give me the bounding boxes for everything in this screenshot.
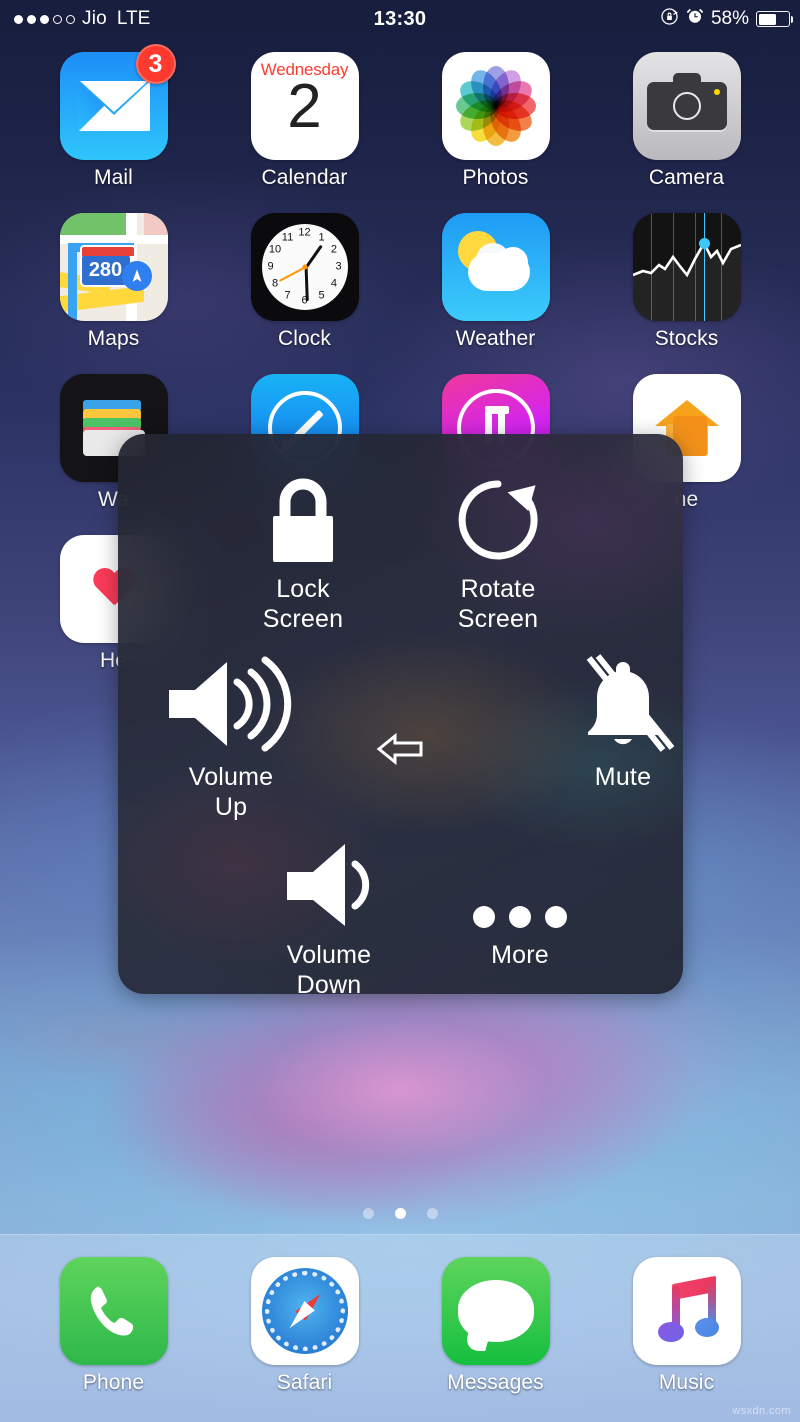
battery-icon xyxy=(756,11,793,27)
camera-icon xyxy=(632,52,741,160)
clock-numeral: 11 xyxy=(281,231,294,244)
app-icon-calendar[interactable]: Wednesday 2 Calendar xyxy=(209,52,400,190)
weather-icon xyxy=(441,213,550,321)
safari-icon xyxy=(250,1257,359,1365)
app-label: Photos xyxy=(462,166,529,189)
assistive-touch-label: More xyxy=(491,941,549,969)
clock-numeral: 7 xyxy=(284,289,291,302)
assistive-touch-panel[interactable]: Lock Screen Rotate Screen Volume Up Mute… xyxy=(118,434,683,999)
app-label: Maps xyxy=(87,327,140,350)
dock-label: Messages xyxy=(447,1371,544,1394)
app-icon-photos[interactable]: Photos xyxy=(400,52,591,190)
clock-numeral: 8 xyxy=(271,277,279,290)
clock-numeral: 12 xyxy=(298,226,311,239)
page-dot[interactable] xyxy=(362,1208,374,1219)
assistive-touch-label: Lock Screen xyxy=(262,575,344,633)
app-label: Weather xyxy=(455,327,536,350)
stocks-icon xyxy=(632,213,741,321)
maps-icon: 280 xyxy=(59,213,168,321)
clock-numeral: 1 xyxy=(318,231,325,244)
assistive-touch-label: Volume Up xyxy=(188,763,274,821)
status-bar-right: 58% xyxy=(660,7,793,32)
clock-numeral: 2 xyxy=(330,243,337,256)
assistive-touch-more[interactable]: More xyxy=(425,834,615,970)
ellipsis-icon xyxy=(470,834,570,932)
clock-numeral: 3 xyxy=(335,260,342,273)
clock-numeral: 10 xyxy=(268,243,282,256)
clock-icon: 12 1 2 3 4 5 6 7 8 9 10 11 xyxy=(250,213,359,321)
alarm-clock-icon xyxy=(686,7,704,31)
assistive-touch-mute[interactable]: Mute xyxy=(528,654,718,792)
app-icon-mail[interactable]: 3 Mail xyxy=(18,44,209,190)
assistive-touch-rotate-screen[interactable]: Rotate Screen xyxy=(403,468,593,634)
app-label: Mail xyxy=(94,166,133,189)
dock-label: Phone xyxy=(82,1371,145,1394)
assistive-touch-lock-screen[interactable]: Lock Screen xyxy=(208,468,398,634)
photos-icon xyxy=(441,52,550,160)
page-dot[interactable] xyxy=(426,1208,438,1219)
assistive-touch-volume-up[interactable]: Volume Up xyxy=(136,656,326,822)
app-label: Camera xyxy=(648,166,725,189)
lock-icon xyxy=(261,468,345,566)
assistive-touch-label: Volume Down xyxy=(286,941,372,999)
app-icon-clock[interactable]: 12 1 2 3 4 5 6 7 8 9 10 11 Clock xyxy=(209,213,400,351)
music-icon xyxy=(632,1257,741,1365)
dock-icon-messages[interactable]: Messages xyxy=(400,1257,591,1422)
page-indicator xyxy=(0,1208,800,1219)
app-icon-weather[interactable]: Weather xyxy=(400,213,591,351)
clock-numeral: 4 xyxy=(330,277,337,290)
clock-numeral: 9 xyxy=(267,260,274,273)
status-bar: Jio LTE 13:30 58% xyxy=(0,0,800,38)
clock-numeral: 6 xyxy=(301,294,308,307)
watermark: wsxdn.com xyxy=(732,1405,791,1417)
assistive-touch-label: Rotate Screen xyxy=(457,575,539,633)
dock-icon-phone[interactable]: Phone xyxy=(18,1257,209,1422)
volume-down-icon xyxy=(281,834,377,932)
app-icon-stocks[interactable]: Stocks xyxy=(591,213,782,351)
battery-percentage: 58% xyxy=(710,8,749,29)
dock: Phone Safari Messages Music xyxy=(0,1234,800,1422)
messages-icon xyxy=(441,1257,550,1365)
dock-label: Safari xyxy=(276,1371,333,1394)
app-icon-camera[interactable]: Camera xyxy=(591,52,782,190)
app-label: Stocks xyxy=(654,327,719,350)
app-label: Calendar xyxy=(261,166,348,189)
mail-badge: 3 xyxy=(135,44,176,84)
dock-icon-safari[interactable]: Safari xyxy=(209,1257,400,1422)
clock-numeral: 5 xyxy=(318,289,325,302)
phone-icon xyxy=(59,1257,168,1365)
rotate-icon xyxy=(452,468,544,566)
rotation-lock-icon xyxy=(660,7,679,32)
assistive-touch-label: Mute xyxy=(594,763,652,791)
bell-slash-icon xyxy=(571,654,675,754)
page-dot-active[interactable] xyxy=(394,1208,406,1219)
calendar-day: 2 xyxy=(287,72,322,141)
back-arrow-icon[interactable] xyxy=(373,729,427,769)
dock-icon-music[interactable]: Music xyxy=(591,1257,782,1422)
assistive-touch-volume-down[interactable]: Volume Down xyxy=(234,834,424,1000)
dock-label: Music xyxy=(658,1371,715,1394)
app-icon-maps[interactable]: 280 Maps xyxy=(18,213,209,351)
calendar-icon: Wednesday 2 xyxy=(250,52,359,160)
volume-up-icon xyxy=(163,656,299,754)
app-label: Clock xyxy=(277,327,331,350)
